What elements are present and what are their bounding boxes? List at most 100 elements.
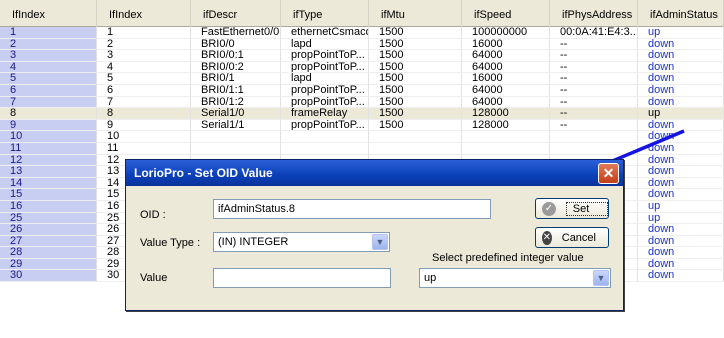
table-cell [550,142,638,155]
table-cell: BRI0/1:2 [191,96,281,109]
table-cell: 10 [97,131,191,143]
status-cell: down [638,73,724,85]
value-input[interactable] [213,268,391,288]
table-cell: 4 [0,61,97,74]
table-row[interactable]: 3 3 BRI0/0:1 propPointToP... 1500 64000 -- down [0,50,724,62]
table-cell: Serial1/0 [191,108,281,120]
status-cell: down [638,119,724,132]
table-cell: 8 [0,108,97,120]
table-cell: propPointToP... [281,50,369,62]
table-cell: 13 [0,166,97,178]
status-cell: down [638,247,724,259]
table-row[interactable]: 7 7 BRI0/1:2 propPointToP... 1500 64000 -- down [0,96,724,109]
table-cell: BRI0/0 [191,38,281,51]
table-cell: 2 [0,38,97,51]
status-cell: down [638,258,724,271]
table-cell [281,142,369,155]
table-cell: 1 [97,27,191,39]
status-cell: down [638,84,724,97]
table-row[interactable]: 5 5 BRI0/1 lapd 1500 16000 -- down [0,73,724,85]
table-cell [550,131,638,143]
dialog-title: LorioPro - Set OID Value ✕ [126,160,623,186]
table-cell: 1500 [369,96,462,109]
table-row[interactable]: 10 10 down [0,131,724,143]
cancel-button[interactable]: ✕ Cancel [535,227,609,248]
chevron-down-icon[interactable]: ▼ [372,234,388,250]
table-cell: -- [550,84,638,97]
table-cell: 1500 [369,38,462,51]
column-header[interactable]: ifType [281,0,369,27]
table-cell: -- [550,96,638,109]
close-icon[interactable]: ✕ [598,163,619,184]
table-cell: 1500 [369,108,462,120]
table-cell: 5 [0,73,97,85]
table-cell [191,142,281,155]
table-row[interactable]: 1 1 FastEthernet0/0 ethernetCsmacd 1500 10000… [0,27,724,39]
table-row[interactable]: 11 11 down [0,142,724,155]
table-cell [281,131,369,143]
table-cell: 64000 [462,61,550,74]
table-cell: propPointToP... [281,84,369,97]
table-cell: 9 [0,119,97,132]
table-cell: 15 [0,189,97,201]
predefined-value: up [424,272,437,284]
table-cell: 64000 [462,84,550,97]
status-cell: down [638,235,724,248]
table-cell: 64000 [462,96,550,109]
predefined-select[interactable]: up ▼ [419,268,611,288]
table-cell: 100000000 [462,27,550,39]
table-cell: 12 [0,154,97,167]
table-cell: 28 [0,247,97,259]
status-cell: down [638,224,724,236]
table-cell: 25 [0,212,97,225]
table-cell: FastEthernet0/0 [191,27,281,39]
column-header[interactable]: ifAdminStatus [638,0,724,27]
check-icon: ✓ [542,201,556,216]
column-header[interactable]: IfIndex [97,0,191,27]
predefined-label: Select predefined integer value [432,252,584,264]
value-type-value: (IN) INTEGER [218,236,289,248]
status-cell: up [638,27,724,39]
status-cell: down [638,189,724,201]
table-cell: 29 [0,258,97,271]
table-cell: 7 [0,96,97,109]
table-cell: -- [550,38,638,51]
table-row[interactable]: 2 2 BRI0/0 lapd 1500 16000 -- down [0,38,724,51]
table-cell: -- [550,108,638,120]
table-row[interactable]: 4 4 BRI0/0:2 propPointToP... 1500 64000 -- down [0,61,724,74]
table-cell [462,131,550,143]
status-cell: down [638,38,724,51]
table-cell: Serial1/1 [191,119,281,132]
cancel-button-label: Cancel [561,231,596,244]
column-header[interactable]: IfIndex [0,0,97,27]
set-button[interactable]: ✓ Set [535,198,609,219]
status-cell: down [638,61,724,74]
status-cell: up [638,200,724,213]
oid-input[interactable]: ifAdminStatus.8 [213,199,491,219]
value-label: Value [140,272,168,284]
value-type-select[interactable]: (IN) INTEGER ▼ [213,232,390,252]
table-cell: 5 [97,73,191,85]
column-header[interactable]: ifDescr [191,0,281,27]
table-cell: 1500 [369,61,462,74]
chevron-down-icon[interactable]: ▼ [593,270,609,286]
table-row[interactable]: 6 6 BRI0/1:1 propPointToP... 1500 64000 -- down [0,84,724,97]
column-header[interactable]: ifSpeed [462,0,550,27]
table-cell [191,131,281,143]
table-cell: 7 [97,96,191,109]
table-cell: -- [550,73,638,85]
table-cell: BRI0/0:1 [191,50,281,62]
table-cell: propPointToP... [281,61,369,74]
table-cell: 10 [0,131,97,143]
cancel-icon: ✕ [542,230,552,245]
column-header[interactable]: ifMtu [369,0,462,27]
column-header[interactable]: ifPhysAddress [550,0,638,27]
table-row[interactable]: 9 9 Serial1/1 propPointToP... 1500 128000 -- do… [0,119,724,132]
table-cell: 3 [0,50,97,62]
table-cell: -- [550,61,638,74]
table-row[interactable]: 8 8 Serial1/0 frameRelay 1500 128000 -- up [0,108,724,120]
status-cell: down [638,270,724,283]
oid-label: OID : [140,209,166,221]
table-cell: lapd [281,38,369,51]
table-cell: 128000 [462,108,550,120]
